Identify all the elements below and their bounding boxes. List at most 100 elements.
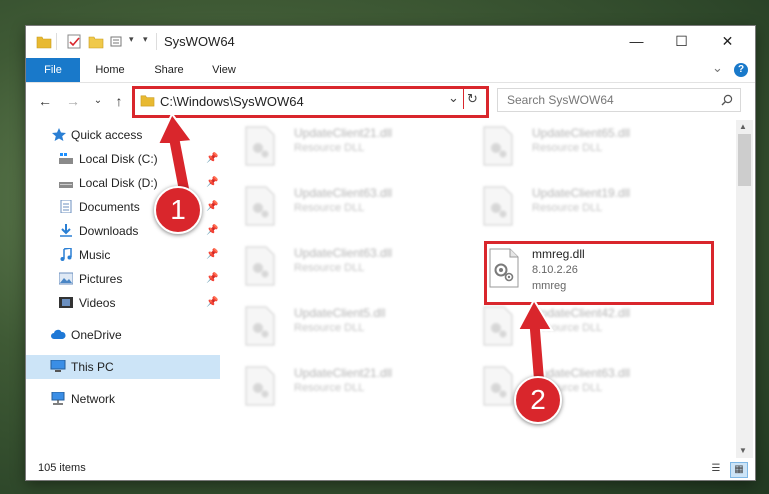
dll-file-icon (245, 366, 275, 406)
file-item[interactable]: UpdateClient21.dll Resource DLL (222, 360, 452, 414)
sidebar-item-label: Videos (79, 296, 116, 310)
properties-icon[interactable] (66, 34, 82, 49)
file-item[interactable]: UpdateClient63.dll Resource DLL (222, 180, 452, 234)
tab-home[interactable]: Home (88, 58, 132, 82)
dll-file-icon (245, 306, 275, 346)
search-input[interactable]: Search SysWOW64 (507, 93, 614, 107)
minimize-icon: — (629, 33, 644, 49)
sidebar-item-label: Local Disk (C:) (79, 152, 158, 166)
file-name: UpdateClient5.dll (294, 306, 386, 320)
dll-file-icon (245, 126, 275, 166)
pictures-icon (59, 272, 73, 285)
search-box[interactable]: Search SysWOW64 (497, 88, 741, 112)
window-title: SysWOW64 (164, 34, 235, 49)
dll-file-icon (483, 126, 513, 166)
file-description: Resource DLL (532, 142, 603, 154)
status-bar: 105 items ☰ ▦ (26, 458, 755, 480)
refresh-icon[interactable]: ↻ (467, 91, 478, 107)
computer-icon (50, 360, 66, 372)
file-item[interactable]: UpdateClient19.dll Resource DLL (460, 180, 690, 234)
help-icon[interactable]: ? (734, 63, 748, 77)
sidebar-item-label: Downloads (79, 224, 139, 238)
folder-icon (36, 36, 52, 49)
file-item[interactable]: UpdateClient5.dll Resource DLL (222, 300, 452, 354)
customize-toolbar-icon[interactable] (110, 34, 126, 49)
file-description: Resource DLL (532, 202, 603, 214)
dll-file-icon (245, 186, 275, 226)
sidebar-item-label: Quick access (71, 128, 143, 142)
address-row: ← → ⌄ ↑ C:\Windows\SysWOW64 ⌄ ↻ Search S… (26, 83, 755, 119)
sidebar-item-this-pc[interactable]: This PC (26, 355, 220, 379)
file-item[interactable]: UpdateClient42.dll Resource DLL (460, 300, 690, 354)
callout-badge-1: 1 (154, 186, 202, 234)
network-icon (51, 392, 65, 405)
callout-badge-2: 2 (514, 376, 562, 424)
chevron-down-icon[interactable]: ▾ (129, 34, 134, 45)
forward-button[interactable]: → (64, 92, 82, 110)
tab-file[interactable]: File (26, 58, 80, 82)
details-view-icon[interactable]: ☰ (708, 462, 724, 476)
file-item[interactable]: UpdateClient63.dll Resource DLL (460, 360, 690, 414)
file-item[interactable]: UpdateClient65.dll Resource DLL (460, 120, 690, 174)
sidebar-item-label: Local Disk (D:) (79, 176, 158, 190)
file-name: UpdateClient21.dll (294, 126, 393, 140)
sidebar-item-music[interactable]: Music 📌 (26, 243, 220, 267)
minimize-button[interactable]: — (614, 26, 659, 56)
item-count: 105 items (38, 462, 86, 474)
tab-view[interactable]: View (204, 58, 244, 82)
pin-icon: 📌 (206, 225, 219, 236)
address-path: C:\Windows\SysWOW64 (160, 94, 304, 109)
explorer-window: ▾ ▾ SysWOW64 — ☐ ✕ File Home Share View … (26, 26, 755, 480)
documents-icon (60, 200, 72, 213)
file-item[interactable]: UpdateClient63.dll Resource DLL (222, 240, 452, 294)
dll-file-icon (245, 246, 275, 286)
sidebar-item-onedrive[interactable]: OneDrive (26, 323, 220, 347)
dll-file-icon (483, 186, 513, 226)
drive-icon (59, 153, 73, 164)
download-icon (60, 224, 72, 237)
toolbar-dropdown-icon[interactable]: ▾ (143, 34, 148, 45)
up-button[interactable]: ↑ (110, 92, 128, 110)
scroll-up-icon[interactable]: ▲ (739, 122, 747, 131)
maximize-icon: ☐ (675, 32, 688, 49)
tab-share[interactable]: Share (146, 58, 192, 82)
sidebar-item-network[interactable]: Network (26, 387, 220, 411)
scrollbar-thumb[interactable] (738, 134, 751, 186)
address-dropdown-icon[interactable]: ⌄ (448, 90, 459, 106)
folder-icon (140, 95, 155, 107)
file-name: UpdateClient63.dll (294, 186, 393, 200)
recent-locations-button[interactable]: ⌄ (89, 92, 107, 110)
file-description: Resource DLL (294, 382, 365, 394)
file-name: UpdateClient63.dll (294, 246, 393, 260)
title-bar: ▾ ▾ SysWOW64 — ☐ ✕ (26, 26, 755, 58)
videos-icon (59, 297, 73, 308)
maximize-button[interactable]: ☐ (659, 26, 704, 56)
close-icon: ✕ (721, 32, 734, 49)
pin-icon: 📌 (206, 249, 219, 260)
sidebar-item-label: This PC (71, 360, 114, 374)
sidebar-item-label: OneDrive (71, 328, 122, 342)
ribbon-collapse-icon[interactable]: ⌄ (712, 60, 723, 76)
back-button[interactable]: ← (36, 92, 54, 110)
search-icon[interactable] (721, 94, 733, 106)
sidebar-item-label: Network (71, 392, 116, 406)
sidebar-item-label: Documents (79, 200, 140, 214)
file-name: UpdateClient21.dll (294, 366, 393, 380)
music-icon (60, 248, 72, 261)
file-name: UpdateClient19.dll (532, 186, 631, 200)
sidebar-item-label: Pictures (79, 272, 123, 286)
sidebar-item-pictures[interactable]: Pictures 📌 (26, 267, 220, 291)
ribbon-tabs: File Home Share View ⌄ ? (26, 58, 755, 83)
tiles-view-icon[interactable]: ▦ (730, 462, 748, 478)
file-description: Resource DLL (294, 142, 365, 154)
file-description: Resource DLL (294, 322, 365, 334)
sidebar-item-videos[interactable]: Videos 📌 (26, 291, 220, 315)
pin-icon: 📌 (206, 273, 219, 284)
file-item[interactable]: UpdateClient21.dll Resource DLL (222, 120, 452, 174)
close-button[interactable]: ✕ (705, 26, 750, 56)
vertical-scrollbar[interactable]: ▲ ▼ (736, 120, 753, 458)
scroll-down-icon[interactable]: ▼ (739, 446, 747, 455)
file-description: Resource DLL (294, 202, 365, 214)
new-folder-icon[interactable] (88, 34, 104, 49)
file-description: Resource DLL (294, 262, 365, 274)
